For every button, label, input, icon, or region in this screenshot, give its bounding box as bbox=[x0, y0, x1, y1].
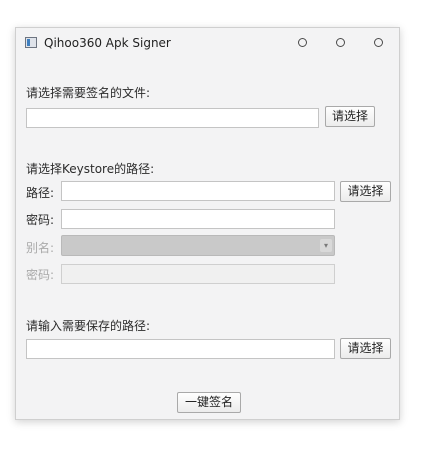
output-label: 请输入需要保存的路径: bbox=[26, 319, 151, 333]
alias-select[interactable]: ▾ bbox=[61, 235, 335, 256]
keystore-password-input[interactable] bbox=[61, 209, 335, 229]
file-label: 请选择需要签名的文件: bbox=[26, 86, 151, 100]
chevron-down-icon: ▾ bbox=[320, 239, 332, 252]
minimize-button[interactable] bbox=[298, 38, 307, 47]
alias-password-input[interactable] bbox=[61, 264, 335, 284]
app-window: Qihoo360 Apk Signer 请选择需要签名的文件: 请选择 请选择K… bbox=[15, 27, 400, 420]
choose-keystore-button[interactable]: 请选择 bbox=[340, 181, 391, 202]
keystore-path-label: 路径: bbox=[26, 186, 55, 200]
window-title: Qihoo360 Apk Signer bbox=[44, 36, 171, 50]
output-path-input[interactable] bbox=[26, 339, 335, 359]
app-icon bbox=[25, 37, 37, 48]
title-bar: Qihoo360 Apk Signer bbox=[16, 28, 399, 60]
maximize-button[interactable] bbox=[336, 38, 345, 47]
choose-file-button[interactable]: 请选择 bbox=[325, 106, 375, 127]
close-button[interactable] bbox=[374, 38, 383, 47]
keystore-path-input[interactable] bbox=[61, 181, 335, 201]
keystore-heading: 请选择Keystore的路径: bbox=[26, 162, 155, 176]
file-path-input[interactable] bbox=[26, 108, 319, 128]
alias-label: 别名: bbox=[26, 241, 55, 255]
alias-password-label: 密码: bbox=[26, 268, 55, 282]
choose-output-button[interactable]: 请选择 bbox=[340, 338, 391, 359]
keystore-password-label: 密码: bbox=[26, 213, 55, 227]
sign-button[interactable]: 一键签名 bbox=[177, 392, 241, 413]
